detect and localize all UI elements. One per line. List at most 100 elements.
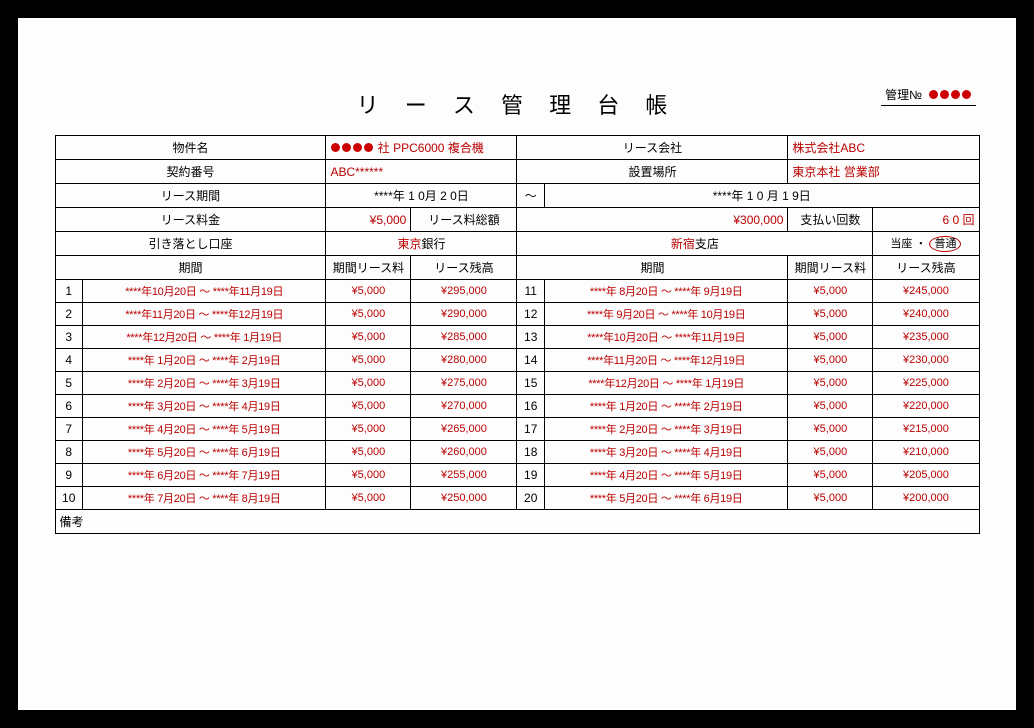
row-balance: ¥260,000	[411, 441, 517, 464]
row-fee: ¥5,000	[326, 349, 411, 372]
row-seq: 18	[517, 441, 544, 464]
row-balance: ¥270,000	[411, 395, 517, 418]
table-row: 6****年 3月20日 ～ ****年 4月19日 ¥5,000 ¥270,000…	[55, 395, 979, 418]
col-period-left: 期間	[178, 261, 202, 275]
row-period: ****年 6月20日 ～ ****年 7月19日	[82, 464, 325, 487]
row-balance: ¥265,000	[411, 418, 517, 441]
row-fee: ¥5,000	[788, 464, 873, 487]
row-period: ****年 1月20日 ～ ****年 2月19日	[82, 349, 325, 372]
row-fee: ¥5,000	[788, 418, 873, 441]
lease-ledger-table: 物件名 社 PPC6000 複合機 リース会社 株式会社ABC 契約番号 ABC…	[55, 135, 980, 534]
row-seq: 14	[517, 349, 544, 372]
debit-account-label: 引き落とし口座	[148, 237, 232, 251]
row-period: ****年10月20日 ～ ****年11月19日	[544, 326, 787, 349]
row-period: ****年 2月20日 ～ ****年 3月19日	[544, 418, 787, 441]
account-type-touza: 当座	[890, 238, 912, 250]
row-balance: ¥245,000	[873, 280, 979, 303]
row-seq: 9	[55, 464, 82, 487]
row-seq: 3	[55, 326, 82, 349]
row-seq: 17	[517, 418, 544, 441]
row-seq: 12	[517, 303, 544, 326]
management-number: 管理№	[881, 86, 976, 106]
row-balance: ¥255,000	[411, 464, 517, 487]
property-value: 社 PPC6000 複合機	[378, 141, 484, 155]
location-label: 設置場所	[628, 165, 676, 179]
location-value: 東京本社 営業部	[792, 165, 879, 179]
table-row: 10****年 7月20日 ～ ****年 8月19日¥5,000¥250,00…	[55, 487, 979, 510]
row-balance: ¥280,000	[411, 349, 517, 372]
contract-no-value: ABC******	[330, 165, 383, 179]
lease-end: ****年 1 0 月 1 9日	[713, 189, 811, 203]
row-period: ****年 4月20日 ～ ****年 5月19日	[544, 464, 787, 487]
account-type-futsu: 普通	[929, 236, 961, 252]
row-seq: 6	[55, 395, 82, 418]
row-fee: ¥5,000	[326, 464, 411, 487]
table-row: 2****年11月20日 ～ ****年12月19日 ¥5,000 ¥290,000…	[55, 303, 979, 326]
management-number-label: 管理№	[885, 86, 922, 103]
row-balance: ¥250,000	[411, 487, 517, 510]
row-balance: ¥200,000	[873, 487, 979, 510]
branch-name-black: 支店	[695, 237, 719, 251]
row-seq: 19	[517, 464, 544, 487]
row-period: ****年 3月20日 ～ ****年 4月19日	[82, 395, 325, 418]
row-period: ****年12月20日 ～ ****年 1月19日	[82, 326, 325, 349]
table-row: 4****年 1月20日 ～ ****年 2月19日¥5,000¥280,000…	[55, 349, 979, 372]
row-period: ****年 7月20日 ～ ****年 8月19日	[82, 487, 325, 510]
row-balance: ¥210,000	[873, 441, 979, 464]
row-period: ****年11月20日 ～ ****年12月19日	[544, 349, 787, 372]
row-seq: 7	[55, 418, 82, 441]
pay-count-value: 6 0 回	[942, 213, 974, 227]
col-fee-right: 期間リース料	[795, 261, 866, 275]
bank-name-black: 銀行	[421, 237, 445, 251]
lease-fee-value: ¥5,000	[370, 213, 407, 227]
row-seq: 8	[55, 441, 82, 464]
row-period: ****年 9月20日 ～ ****年 10月19日	[544, 303, 787, 326]
row-fee: ¥5,000	[326, 487, 411, 510]
row-seq: 4	[55, 349, 82, 372]
row-fee: ¥5,000	[788, 280, 873, 303]
row-seq: 13	[517, 326, 544, 349]
remarks-label: 備考	[60, 515, 84, 529]
table-row: 3****年12月20日 ～ ****年 1月19日¥5,000¥285,000…	[55, 326, 979, 349]
row-fee: ¥5,000	[326, 372, 411, 395]
row-period: ****年11月20日 ～ ****年12月19日	[82, 303, 325, 326]
row-period: ****年 5月20日 ～ ****年 6月19日	[544, 487, 787, 510]
lease-total-value: ¥300,000	[733, 213, 783, 227]
lease-total-label: リース料総額	[428, 213, 499, 227]
col-balance-right: リース残高	[896, 261, 955, 275]
lease-company-value: 株式会社ABC	[792, 141, 865, 155]
row-seq: 2	[55, 303, 82, 326]
row-period: ****年10月20日 ～ ****年11月19日	[82, 280, 325, 303]
row-period: ****年 1月20日 ～ ****年 2月19日	[544, 395, 787, 418]
row-fee: ¥5,000	[326, 441, 411, 464]
row-period: ****年 5月20日 ～ ****年 6月19日	[82, 441, 325, 464]
row-fee: ¥5,000	[788, 395, 873, 418]
row-balance: ¥290,000	[411, 303, 517, 326]
lease-start: ****年 1 0月 2 0日	[374, 189, 469, 203]
row-balance: ¥295,000	[411, 280, 517, 303]
row-balance: ¥205,000	[873, 464, 979, 487]
table-row: 8****年 5月20日 ～ ****年 6月19日¥5,000¥260,000…	[55, 441, 979, 464]
row-seq: 15	[517, 372, 544, 395]
bank-name-red: 東京	[397, 237, 421, 251]
row-balance: ¥275,000	[411, 372, 517, 395]
row-balance: ¥235,000	[873, 326, 979, 349]
page-title: リ ー ス 管 理 台 帳	[48, 88, 986, 120]
row-fee: ¥5,000	[788, 303, 873, 326]
account-type-cell: 当座 ・ 普通	[873, 232, 979, 256]
property-label: 物件名	[172, 141, 208, 155]
account-type-sep: ・	[915, 238, 926, 250]
lease-tilde: ～	[525, 189, 537, 203]
contract-no-label: 契約番号	[166, 165, 214, 179]
col-period-right: 期間	[640, 261, 664, 275]
row-period: ****年12月20日 ～ ****年 1月19日	[544, 372, 787, 395]
row-seq: 11	[517, 280, 544, 303]
property-value-dots	[330, 141, 377, 155]
table-row: 5****年 2月20日 ～ ****年 3月19日¥5,000¥275,000…	[55, 372, 979, 395]
row-seq: 5	[55, 372, 82, 395]
row-balance: ¥240,000	[873, 303, 979, 326]
row-fee: ¥5,000	[788, 441, 873, 464]
row-period: ****年 2月20日 ～ ****年 3月19日	[82, 372, 325, 395]
row-seq: 20	[517, 487, 544, 510]
row-period: ****年 8月20日 ～ ****年 9月19日	[544, 280, 787, 303]
